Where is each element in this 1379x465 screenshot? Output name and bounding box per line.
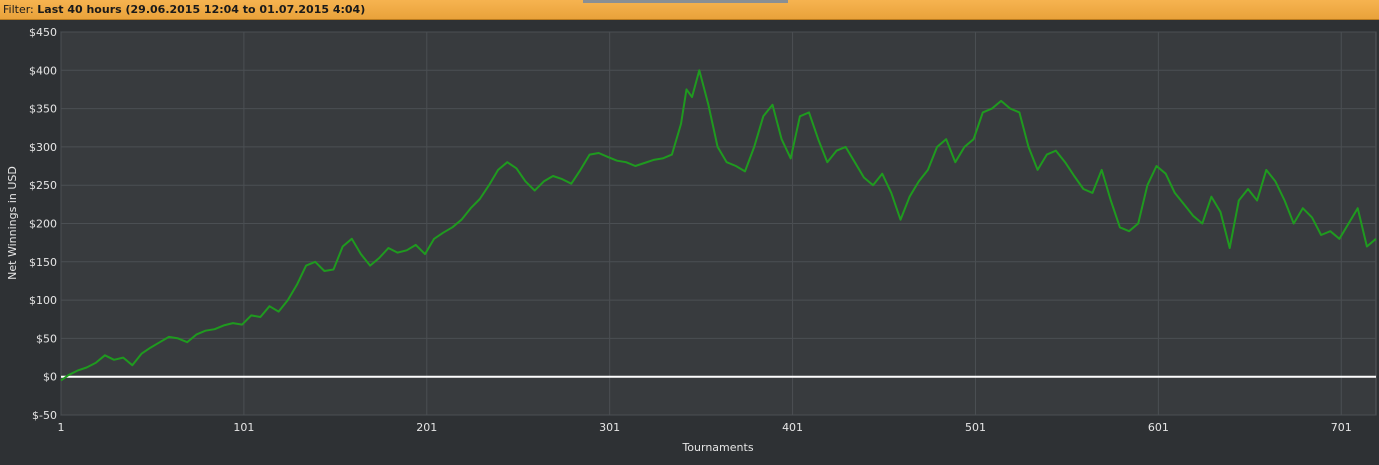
x-tick-label: 601 [1148,421,1169,434]
y-tick-label: $450 [29,26,57,39]
y-tick-label: $350 [29,103,57,116]
x-tick-label: 501 [965,421,986,434]
y-tick-label: $200 [29,218,57,231]
y-tick-label: $50 [36,332,57,345]
x-tick-label: 301 [599,421,620,434]
y-tick-label: $250 [29,179,57,192]
x-tick-label: 1 [58,421,65,434]
x-axis-label: Tournaments [681,441,753,454]
net-winnings-chart: $-50 $0 $50 $100 $150 $200 $250 $300 $350 $400 $45… [6,26,1377,454]
collapse-handle[interactable] [583,0,788,3]
x-axis-tick-labels: 1 101 201 301 401 501 601 701 [58,421,1352,434]
y-axis-tick-labels: $-50 $0 $50 $100 $150 $200 $250 $300 $350 $400 $45… [29,26,57,422]
x-tick-label: 401 [782,421,803,434]
x-tick-label: 201 [416,421,437,434]
filter-bar: Filter: Last 40 hours (29.06.2015 12:04 … [0,0,1379,20]
y-tick-label: $0 [43,371,57,384]
y-tick-label: $-50 [32,409,57,422]
y-axis-label: Net Winnings in USD [6,166,19,280]
y-tick-label: $100 [29,294,57,307]
x-tick-label: 101 [233,421,254,434]
x-tick-label: 701 [1331,421,1352,434]
filter-label: Filter: [3,3,34,16]
filter-value[interactable]: Last 40 hours (29.06.2015 12:04 to 01.07… [37,3,365,16]
y-tick-label: $400 [29,64,57,77]
y-tick-label: $300 [29,141,57,154]
y-tick-label: $150 [29,256,57,269]
